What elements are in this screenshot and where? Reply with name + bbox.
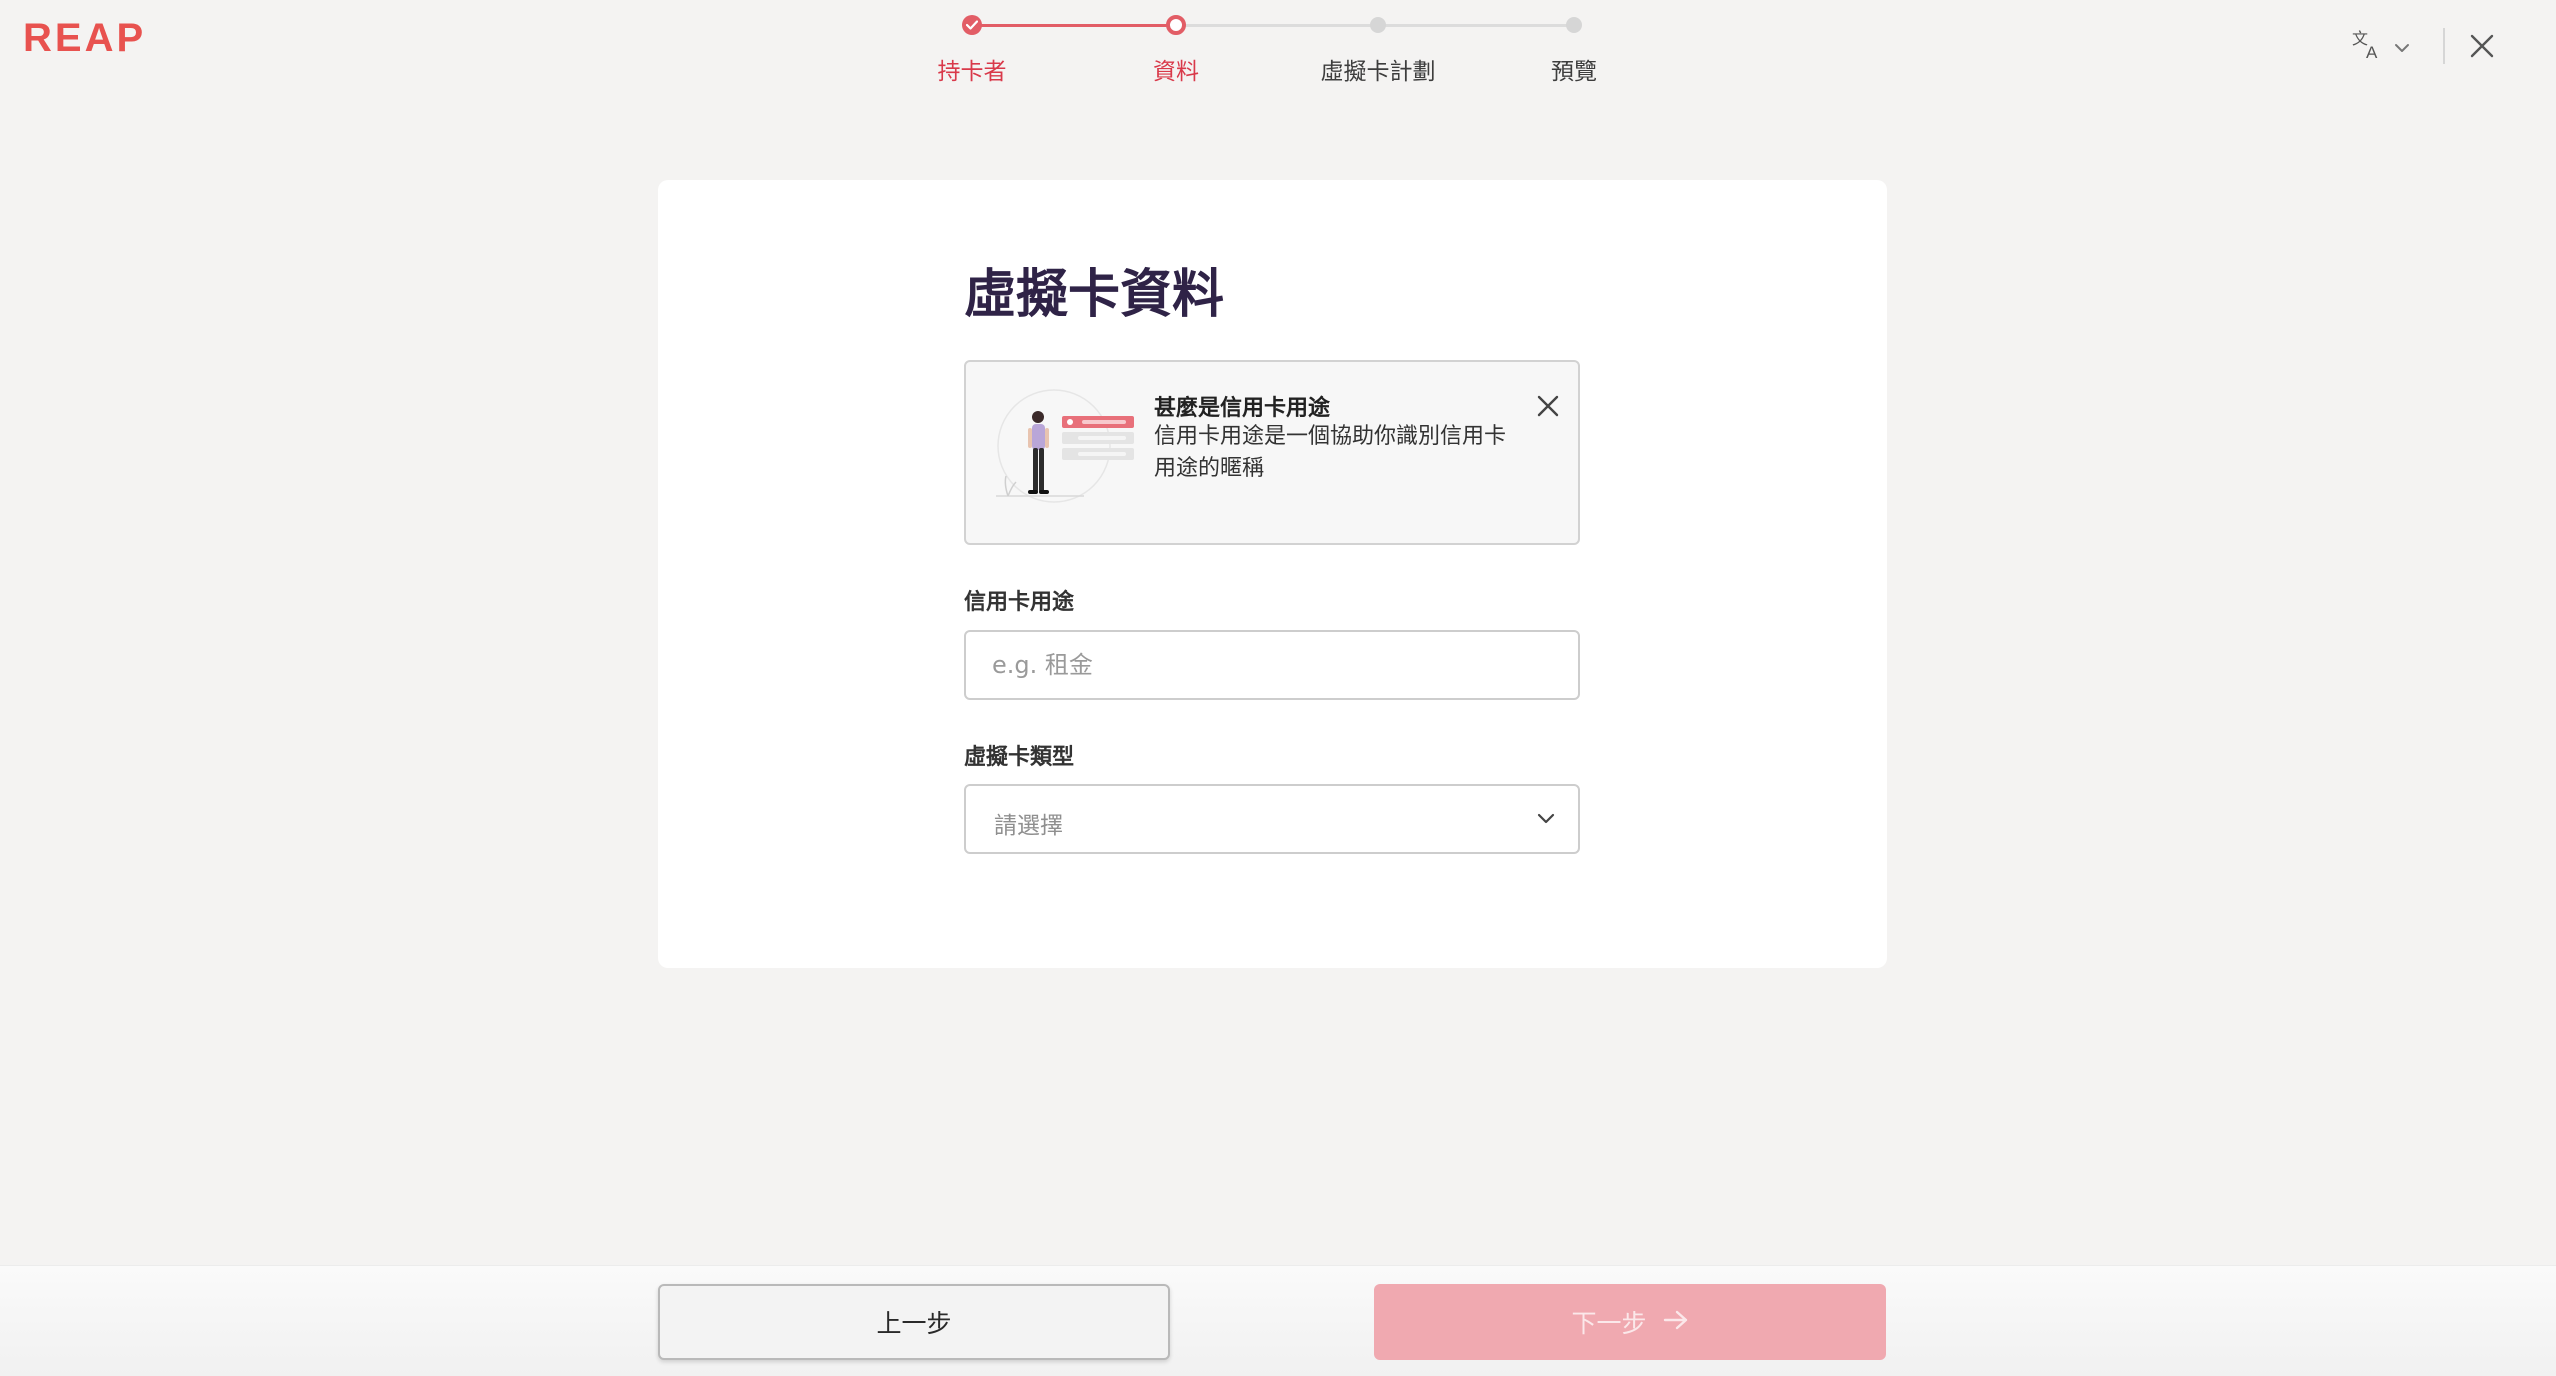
next-step-label: 下一步 — [1571, 1309, 1647, 1338]
info-banner: 甚麼是信用卡用途 信用卡用途是一個協助你識別信用卡用途的暱稱 — [964, 360, 1580, 545]
card-type-select[interactable]: 請選擇 — [964, 784, 1580, 854]
footer-bar: 上一步 下一步 — [0, 1265, 2556, 1376]
arrow-right-icon — [1663, 1308, 1689, 1337]
language-switcher[interactable]: 文 A — [2350, 28, 2410, 66]
header-divider — [2443, 28, 2445, 64]
card-type-label: 虛擬卡類型 — [964, 745, 1075, 770]
page-title: 虛擬卡資料 — [964, 265, 1225, 325]
chevron-down-icon — [1536, 810, 1556, 829]
next-step-button[interactable]: 下一步 — [1374, 1284, 1886, 1360]
progress-stepper: 持卡者 資料 虛擬卡計劃 預覽 — [0, 0, 2556, 90]
svg-text:A: A — [2366, 43, 2378, 62]
step-label-preview: 預覽 — [1551, 59, 1597, 85]
previous-step-button[interactable]: 上一步 — [658, 1284, 1170, 1360]
step-connector — [1378, 24, 1574, 27]
purpose-label: 信用卡用途 — [964, 590, 1075, 615]
step-connector — [1176, 24, 1378, 27]
purpose-input[interactable] — [964, 630, 1580, 700]
step-label-details: 資料 — [1153, 59, 1199, 85]
step-connector — [972, 24, 1176, 27]
close-icon[interactable] — [2466, 30, 2498, 62]
step-current-dot — [1166, 15, 1186, 35]
form-card: 虛擬卡資料 甚麼是信用卡用途 信用卡用途是一個協助你識別信用卡用途的暱稱 信用卡… — [658, 180, 1887, 968]
info-title: 甚麼是信用卡用途 — [1154, 396, 1331, 421]
previous-step-label: 上一步 — [876, 1309, 952, 1338]
step-label-cardholder[interactable]: 持卡者 — [938, 52, 1007, 86]
close-icon[interactable] — [1534, 392, 1562, 420]
person-with-list-illustration — [994, 384, 1134, 523]
translate-icon: 文 A — [2350, 28, 2384, 66]
card-type-selected: 請選擇 — [994, 813, 1063, 839]
step-pending-dot — [1566, 17, 1582, 33]
chevron-down-icon — [2394, 38, 2410, 57]
step-pending-dot — [1370, 17, 1386, 33]
step-complete-check-icon — [962, 15, 982, 35]
info-description: 信用卡用途是一個協助你識別信用卡用途的暱稱 — [1154, 424, 1507, 481]
step-label-card-plan: 虛擬卡計劃 — [1320, 59, 1436, 85]
